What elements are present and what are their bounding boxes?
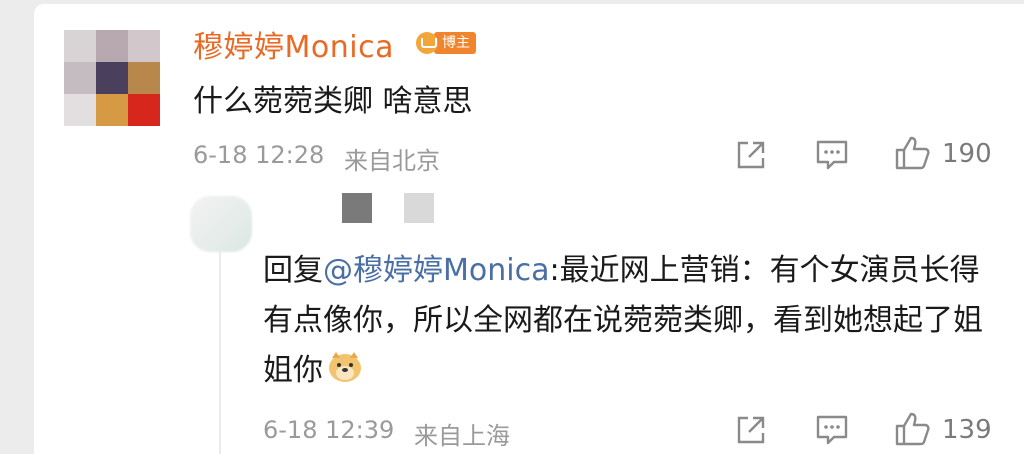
reply-location: 来自上海 [414,422,510,450]
badge-label: 博主 [434,32,476,54]
comment-icon[interactable] [814,138,850,172]
comment-text: 什么菀菀类卿 啥意思 [193,84,473,119]
like-icon[interactable] [893,410,931,448]
reply-avatar[interactable] [190,196,252,252]
like-icon[interactable] [893,134,931,172]
crown-icon [416,32,438,54]
reply-text: 回复@穆婷婷Monica:最近网上营销：有个女演员长得有点像你，所以全网都在说菀… [263,246,983,396]
redacted-name-block [404,193,434,223]
doge-emoji [329,352,361,382]
like-count: 190 [942,139,992,169]
comment-icon[interactable] [814,413,850,447]
share-icon[interactable] [734,413,768,447]
reply-prefix: 回复 [263,253,323,288]
like-count: 139 [942,415,992,445]
author-name[interactable]: 穆婷婷Monica [193,22,394,66]
share-icon[interactable] [734,138,768,172]
blogger-badge: 博主 [416,30,476,56]
redacted-name-block [342,193,372,223]
reply-rail [219,236,221,454]
avatar[interactable] [64,30,160,126]
reply-mention[interactable]: @穆婷婷Monica [323,253,549,288]
comment-date: 6-18 12:28 [193,141,325,169]
reply-date: 6-18 12:39 [263,416,395,444]
comment-location: 来自北京 [344,147,440,175]
